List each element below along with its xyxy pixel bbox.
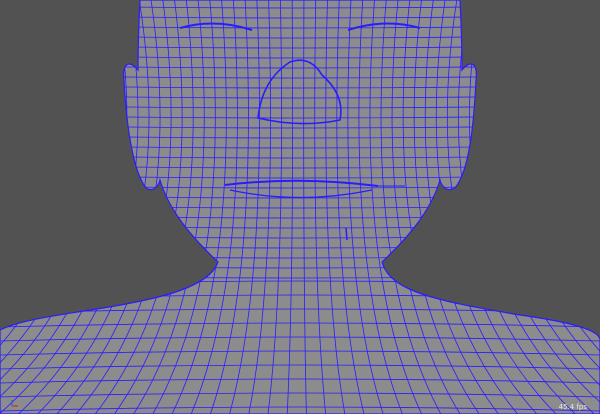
3d-viewport[interactable]: 45.4 fps bbox=[0, 0, 600, 414]
fps-counter: 45.4 fps bbox=[558, 403, 587, 411]
head-mesh-surface bbox=[0, 0, 600, 414]
chin-edge bbox=[345, 227, 348, 241]
wireframe-mesh[interactable] bbox=[0, 0, 600, 414]
axis-gizmo-icon bbox=[11, 400, 18, 407]
